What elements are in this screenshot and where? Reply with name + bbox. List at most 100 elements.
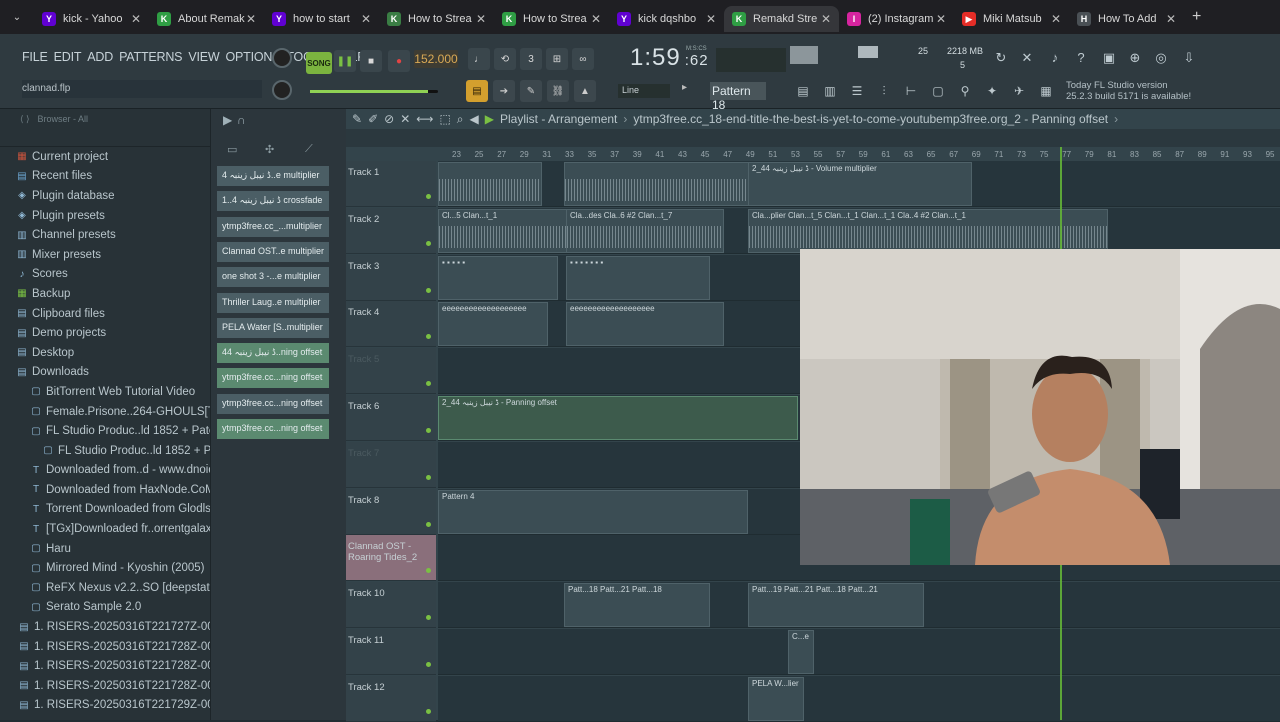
browser-item[interactable]: ▤ Downloads xyxy=(6,363,210,383)
tab-search-dropdown-icon[interactable]: ⌄ xyxy=(0,0,34,34)
track-header[interactable]: Track 12 xyxy=(346,675,436,722)
voice-icon[interactable]: ✦ xyxy=(981,80,1003,102)
playlist-clip[interactable]: ▪ ▪ ▪ ▪ ▪ ▪ ▪ xyxy=(566,255,710,300)
playlist-clip[interactable]: ڈ نیبل زینبہ 44_2 - Panning offset xyxy=(438,396,798,440)
playlist-clip[interactable]: Patt...19 Patt...21 Patt...18 Patt...21 xyxy=(748,583,924,628)
tab-close-icon[interactable]: ✕ xyxy=(131,12,141,26)
loop-record-icon[interactable]: ∞ xyxy=(572,48,594,70)
metronome-icon[interactable]: ♩ xyxy=(468,48,490,70)
tab-close-icon[interactable]: ✕ xyxy=(361,12,371,26)
track-lane[interactable] xyxy=(438,675,1280,722)
song-mode-button[interactable]: SONG xyxy=(306,52,332,74)
track-header[interactable]: Track 8 xyxy=(346,488,436,535)
browser-item[interactable]: ▤ Clipboard files xyxy=(6,304,210,324)
slip-icon[interactable]: ⟷ xyxy=(416,112,433,126)
tab-close-icon[interactable]: ✕ xyxy=(936,12,946,26)
channel-button[interactable]: Thriller Laug..e multiplier xyxy=(217,292,329,313)
browser-item[interactable]: ▢ ReFX Nexus v2.2..SO [deepstatus] xyxy=(6,578,210,598)
tab-close-icon[interactable]: ✕ xyxy=(821,12,831,26)
tab-close-icon[interactable]: ✕ xyxy=(246,12,256,26)
track-mute-icon[interactable] xyxy=(426,240,431,246)
tools-icon[interactable]: ✕ xyxy=(1018,50,1036,68)
browser-item[interactable]: ▦ Backup xyxy=(6,284,210,304)
track-header[interactable]: Track 10 xyxy=(346,582,436,629)
track-mute-icon[interactable] xyxy=(426,662,431,667)
channel-button[interactable]: ytmp3free.cc...ning offset xyxy=(217,393,329,414)
menu-item[interactable]: PATTERNS xyxy=(119,50,182,64)
browser-tab[interactable]: I (2) Instagram ✕ xyxy=(839,6,954,32)
position-slider[interactable] xyxy=(310,90,438,93)
track-header[interactable]: Track 6 xyxy=(346,395,436,441)
select-icon[interactable]: ⬚ xyxy=(439,112,450,126)
track-mute-icon[interactable] xyxy=(426,334,431,340)
browser-tab[interactable]: K About Remak ✕ xyxy=(149,6,264,32)
playlist-clip[interactable]: C...e xyxy=(788,630,814,674)
track-mute-icon[interactable] xyxy=(426,194,431,199)
menu-item[interactable]: FILE xyxy=(22,50,48,64)
browser-arrows-icon[interactable]: ⟨ ⟩ xyxy=(20,114,30,125)
browser-tab[interactable]: Ykick dqshbo ✕ xyxy=(609,6,724,32)
master-volume-knob[interactable] xyxy=(272,48,292,68)
browser-item[interactable]: T Downloaded from..d - www.dnoid.to xyxy=(6,461,210,481)
delete-icon[interactable]: ⊘ xyxy=(384,112,394,126)
pattern-prev-icon[interactable]: ▸ xyxy=(682,82,690,100)
browser-item[interactable]: ▤ Demo projects xyxy=(6,323,210,343)
paint-icon[interactable]: ✎ xyxy=(520,80,542,102)
mute-icon[interactable]: ✕ xyxy=(400,112,410,126)
download-icon[interactable]: ⇩ xyxy=(1180,50,1198,68)
time-scroll-bar[interactable] xyxy=(346,129,1280,147)
playlist-clip[interactable]: eeeeeeeeeeeeeeeeeee xyxy=(438,302,548,347)
playlist-clip[interactable]: PELA W...lier xyxy=(748,676,804,721)
track-mute-icon[interactable] xyxy=(426,708,431,714)
track-mute-icon[interactable] xyxy=(426,474,431,480)
browser-item[interactable]: ◈ Plugin database xyxy=(6,186,210,206)
channel-button[interactable]: PELA Water [S..multiplier xyxy=(217,317,329,338)
track-header[interactable]: Track 11 xyxy=(346,629,436,675)
chat-icon[interactable]: ◎ xyxy=(1152,50,1170,68)
channel-button[interactable]: ڈ نیبل زینبہ 4..1 crossfade xyxy=(217,191,329,212)
browser-tab[interactable]: Ykick - Yahoo ✕ xyxy=(34,6,149,32)
browser-item[interactable]: T [TGx]Downloaded fr..orrentgalaxy.to xyxy=(6,519,210,539)
track-header[interactable]: Track 1 xyxy=(346,161,436,207)
plugin-icon[interactable]: ⊕ xyxy=(1126,50,1144,68)
store-icon[interactable]: ▦ xyxy=(1035,80,1057,102)
browser-item[interactable]: ▥ Channel presets xyxy=(6,225,210,245)
track-mute-icon[interactable] xyxy=(426,568,431,574)
record-icon[interactable]: ● xyxy=(388,50,410,72)
browser-item[interactable]: ◈ Plugin presets xyxy=(6,206,210,226)
menu-item[interactable]: EDIT xyxy=(54,50,82,64)
menu-item[interactable]: ADD xyxy=(87,50,113,64)
browser-item[interactable]: ▤ 1. RISERS-20250316T221728Z-001 xyxy=(6,676,210,696)
track-mute-icon[interactable] xyxy=(426,521,431,527)
track-header[interactable]: Track 2 xyxy=(346,207,436,254)
playlist-clip[interactable]: Cla...des Cla..6 #2 Clan...t_7 xyxy=(566,208,724,253)
mixer-icon[interactable]: ⫶ xyxy=(873,80,895,102)
channel-button[interactable]: ytmp3free.cc...ning offset xyxy=(217,419,329,439)
channel-button[interactable]: Clannad OST..e multiplier xyxy=(217,241,329,262)
zoom-icon[interactable]: ⌕ xyxy=(457,112,464,127)
playlist-clip[interactable]: Patt...18 Patt...21 Patt...18 xyxy=(564,583,710,628)
hide-icon[interactable]: ✈ xyxy=(1008,80,1030,102)
playlist-menu-icon[interactable]: ▶ xyxy=(223,113,232,127)
piano-roll-icon[interactable]: ▥ xyxy=(819,80,841,102)
browser-item[interactable]: ▢ FL Studio Produc..ld 1852 + Patch xyxy=(6,441,210,461)
track-mute-icon[interactable] xyxy=(426,615,431,621)
track-header[interactable]: Track 4 xyxy=(346,301,436,348)
browser-item[interactable]: ▢ Female.Prisone..264-GHOULS[TGx] xyxy=(6,402,210,422)
playlist-clip[interactable]: ▪ ▪ ▪ ▪ ▪ xyxy=(438,255,558,300)
plug-icon[interactable]: ⚲ xyxy=(954,80,976,102)
browser-item[interactable]: ▢ Haru xyxy=(6,539,210,559)
channel-button[interactable]: ڈ نیبل زینبہ 44..ning offset xyxy=(217,343,329,364)
browser-item[interactable]: ▢ FL Studio Produc..ld 1852 + Patch xyxy=(6,421,210,441)
browser-item[interactable]: ▤ Desktop xyxy=(6,343,210,363)
track-header[interactable]: Track 7 xyxy=(346,441,436,488)
browser-item[interactable]: ▤ Recent files xyxy=(6,167,210,187)
help-icon[interactable]: ? xyxy=(1072,50,1090,68)
magnet-icon[interactable]: ∩ xyxy=(237,113,246,127)
track-mute-icon[interactable] xyxy=(426,287,431,293)
browser-item[interactable]: ▥ Mixer presets xyxy=(6,245,210,265)
browser-item[interactable]: ▦ Current project xyxy=(6,147,210,167)
brush-icon[interactable]: ✐ xyxy=(368,112,378,126)
play-arrow-icon[interactable]: ▶ xyxy=(485,112,494,126)
channel-rack-icon[interactable]: ☰ xyxy=(846,80,868,102)
